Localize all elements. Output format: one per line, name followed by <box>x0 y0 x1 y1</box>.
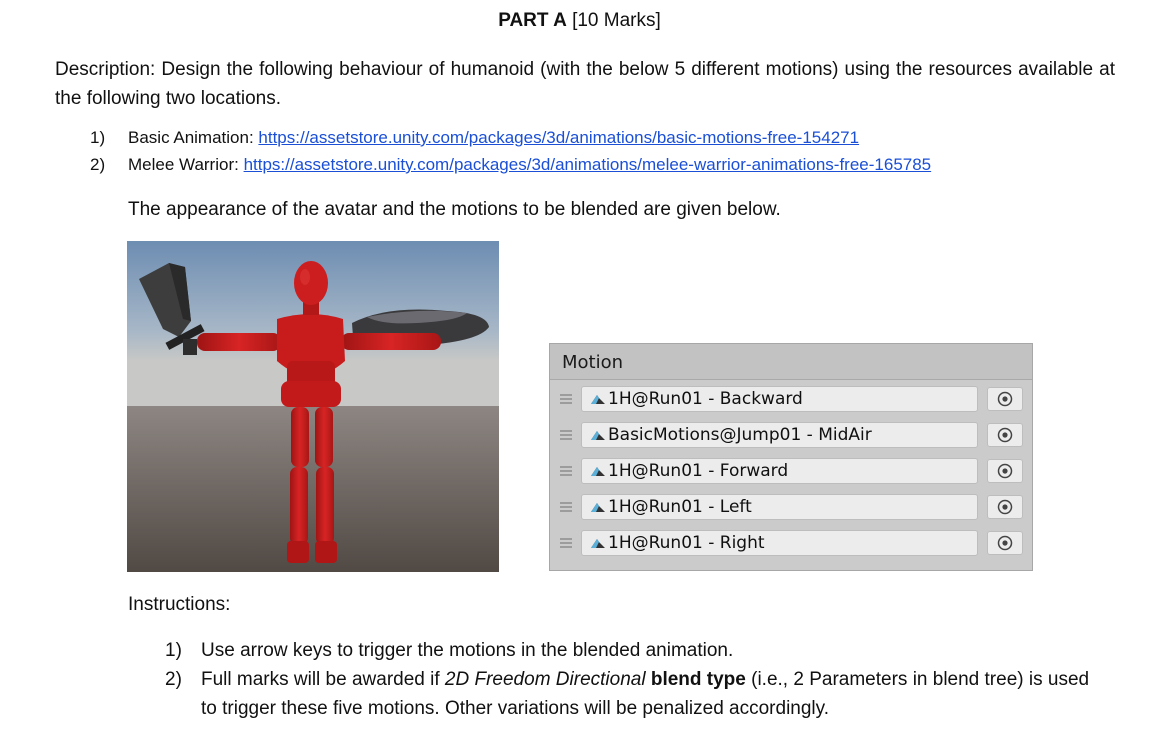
motion-clip-label: BasicMotions@Jump01 - MidAir <box>608 425 872 445</box>
motion-clip-label: 1H@Run01 - Backward <box>608 389 803 409</box>
motion-clip-label: 1H@Run01 - Forward <box>608 461 789 481</box>
object-picker-icon <box>997 463 1013 479</box>
resource-item: 1) Basic Animation: https://assetstore.un… <box>90 128 860 147</box>
resource-link-basic-motions[interactable]: https://assetstore.unity.com/packages/3d… <box>258 128 859 147</box>
motion-header: Motion <box>550 344 1032 380</box>
drag-handle-icon[interactable] <box>560 430 572 440</box>
drag-handle-icon[interactable] <box>560 466 572 476</box>
object-picker-icon <box>997 499 1013 515</box>
intro-text: The appearance of the avatar and the mot… <box>128 199 781 220</box>
motion-row: 1H@Run01 - Right <box>550 528 1032 558</box>
motion-row: 1H@Run01 - Left <box>550 492 1032 522</box>
drag-handle-icon[interactable] <box>560 394 572 404</box>
motion-row: BasicMotions@Jump01 - MidAir <box>550 420 1032 450</box>
motion-clip-field[interactable]: BasicMotions@Jump01 - MidAir <box>581 422 978 448</box>
motion-row: 1H@Run01 - Forward <box>550 456 1032 486</box>
animation-clip-icon <box>591 467 605 476</box>
object-picker-button[interactable] <box>987 459 1023 483</box>
avatar-image <box>127 241 499 572</box>
instructions-heading: Instructions: <box>128 594 231 615</box>
drag-handle-icon[interactable] <box>560 538 572 548</box>
resource-link-melee-warrior[interactable]: https://assetstore.unity.com/packages/3d… <box>244 155 932 174</box>
object-picker-icon <box>997 535 1013 551</box>
motion-row: 1H@Run01 - Backward <box>550 384 1032 414</box>
object-picker-button[interactable] <box>987 495 1023 519</box>
description-paragraph: Description: Design the following behavi… <box>55 59 1115 109</box>
drag-handle-icon[interactable] <box>560 502 572 512</box>
motion-clip-field[interactable]: 1H@Run01 - Backward <box>581 386 978 412</box>
resource-item: 2) Melee Warrior: https://assetstore.unit… <box>90 155 932 174</box>
motion-clip-field[interactable]: 1H@Run01 - Right <box>581 530 978 556</box>
motion-list-panel: Motion 1H@Run01 - Backward BasicMotions@… <box>549 343 1033 571</box>
object-picker-button[interactable] <box>987 423 1023 447</box>
animation-clip-icon <box>591 395 605 404</box>
motion-clip-label: 1H@Run01 - Left <box>608 497 752 517</box>
object-picker-button[interactable] <box>987 531 1023 555</box>
object-picker-icon <box>997 427 1013 443</box>
page-title: PART A [10 Marks] <box>498 10 661 31</box>
motion-clip-field[interactable]: 1H@Run01 - Forward <box>581 458 978 484</box>
animation-clip-icon <box>591 431 605 440</box>
animation-clip-icon <box>591 539 605 548</box>
motion-clip-field[interactable]: 1H@Run01 - Left <box>581 494 978 520</box>
motion-clip-label: 1H@Run01 - Right <box>608 533 765 553</box>
object-picker-icon <box>997 391 1013 407</box>
object-picker-button[interactable] <box>987 387 1023 411</box>
animation-clip-icon <box>591 503 605 512</box>
